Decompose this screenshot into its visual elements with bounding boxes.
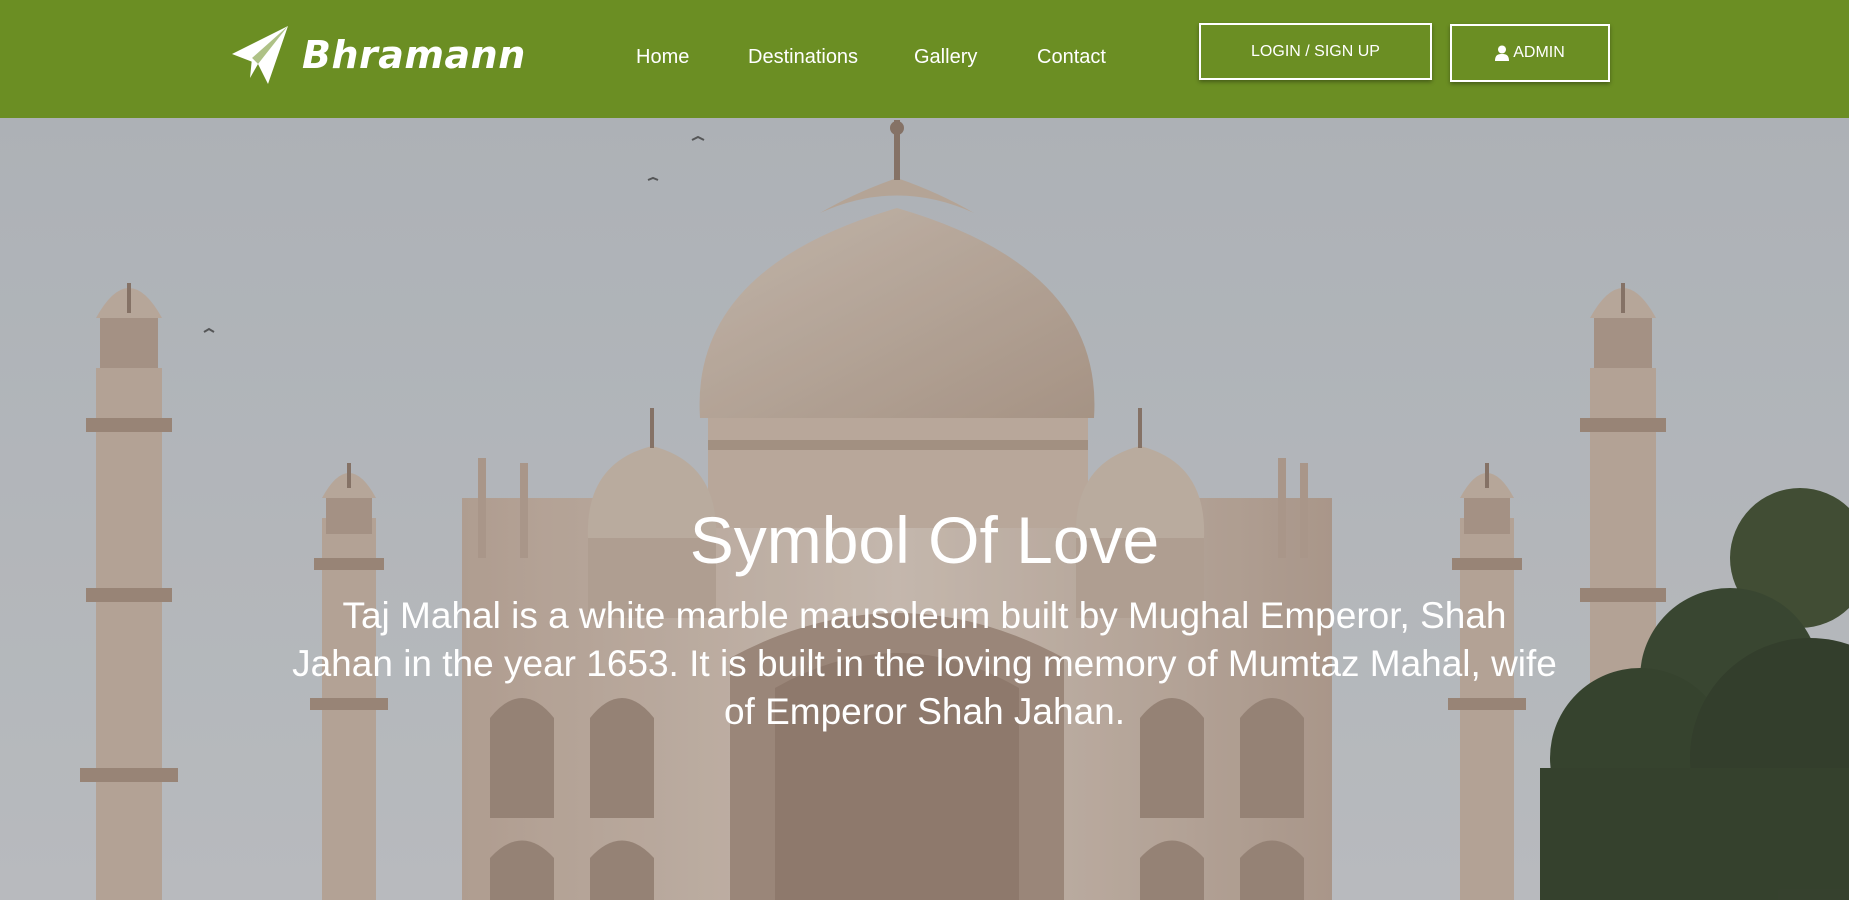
login-signup-button[interactable]: LOGIN / SIGN UP <box>1199 23 1432 80</box>
admin-label: ADMIN <box>1513 44 1565 61</box>
paper-plane-icon <box>228 24 290 86</box>
navbar: Bhramann Home Destinations Gallery Conta… <box>0 0 1849 118</box>
hero-title: Symbol Of Love <box>689 503 1160 577</box>
nav-item-destinations[interactable]: Destinations <box>748 46 858 69</box>
nav-item-gallery[interactable]: Gallery <box>914 46 977 69</box>
login-signup-label: LOGIN / SIGN UP <box>1251 42 1380 60</box>
user-icon <box>1495 45 1510 61</box>
brand-name: Bhramann <box>302 33 526 77</box>
nav-item-home[interactable]: Home <box>636 46 689 69</box>
admin-button[interactable]: ADMIN <box>1450 24 1610 82</box>
hero-section: Symbol Of Love Taj Mahal is a white marb… <box>0 118 1849 900</box>
nav-item-contact[interactable]: Contact <box>1037 46 1106 69</box>
hero-description: Taj Mahal is a white marble mausoleum bu… <box>292 595 1557 732</box>
page: Bhramann Home Destinations Gallery Conta… <box>0 0 1849 900</box>
brand-logo-link[interactable]: Bhramann <box>228 22 526 88</box>
